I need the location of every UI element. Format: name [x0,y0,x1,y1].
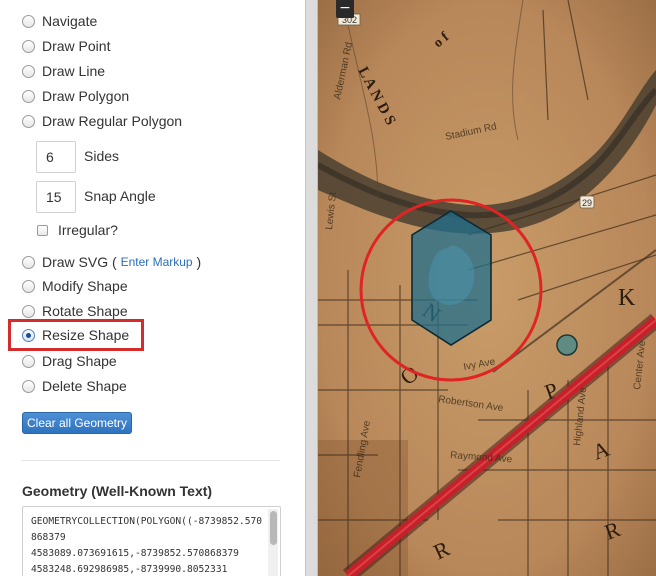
radio-button[interactable] [22,379,35,393]
zoom-out-button[interactable]: − [336,0,354,18]
mode-label: Resize Shape [42,327,130,343]
route-number: 29 [582,198,592,208]
mode-label: Delete Shape [42,378,127,394]
mode-navigate[interactable]: Navigate [22,11,97,31]
mode-draw-point[interactable]: Draw Point [22,36,110,56]
mode-resize-shape[interactable]: Resize Shape [22,325,129,345]
mode-label: Draw Point [42,38,111,54]
control-panel: Navigate Draw Point Draw Line Draw Polyg… [0,0,305,576]
wkt-text: GEOMETRYCOLLECTION(POLYGON((-8739852.570… [31,516,263,575]
clear-geometry-button[interactable]: Clear all Geometry [22,412,132,434]
irregular-checkbox[interactable] [37,224,48,236]
snap-angle-label: Snap Angle [84,188,156,204]
geometry-heading: Geometry (Well-Known Text) [22,483,213,499]
wkt-textarea[interactable]: GEOMETRYCOLLECTION(POLYGON((-8739852.570… [22,506,281,576]
mode-rotate-shape[interactable]: Rotate Shape [22,301,128,321]
irregular-label: Irregular? [58,222,118,238]
radio-button[interactable] [22,304,35,318]
snap-angle-input[interactable]: 15 [36,181,76,213]
mode-label: Drag Shape [42,353,117,369]
mode-draw-svg[interactable]: Draw SVG ( Enter Markup ) [22,252,201,272]
sides-input[interactable]: 6 [36,141,76,173]
mode-modify-shape[interactable]: Modify Shape [22,276,128,296]
radio-button[interactable] [22,64,35,78]
mode-draw-regular-polygon[interactable]: Draw Regular Polygon [22,111,182,131]
mode-drag-shape[interactable]: Drag Shape [22,351,117,371]
radio-button[interactable] [22,114,35,128]
radio-button[interactable] [22,255,35,269]
mode-label: Draw Line [42,63,106,79]
historic-map-layer: L A N D S o f N O R K P A R Alderman Rd … [318,0,656,576]
mode-label: Draw Regular Polygon [42,113,183,129]
divider [22,460,280,461]
irregular-option[interactable]: Irregular? [37,222,118,238]
panel-splitter[interactable] [305,0,318,576]
enter-markup-link[interactable]: Enter Markup [121,255,193,269]
radio-button[interactable] [22,279,35,293]
map-view[interactable]: L A N D S o f N O R K P A R Alderman Rd … [318,0,656,576]
mode-label: Draw SVG ( [42,254,117,270]
mode-label: Navigate [42,13,98,29]
radio-button[interactable] [22,14,35,28]
radio-button[interactable] [22,89,35,103]
mode-label: Rotate Shape [42,303,128,319]
map-letter-k: K [618,285,636,311]
mode-label: Modify Shape [42,278,128,294]
paren-close: ) [196,254,202,270]
scrollbar-thumb[interactable] [270,511,277,545]
radio-button-selected[interactable] [22,328,35,342]
radio-button[interactable] [22,354,35,368]
sides-label: Sides [84,148,120,164]
mode-delete-shape[interactable]: Delete Shape [22,376,127,396]
radio-button[interactable] [22,39,35,53]
mode-draw-line[interactable]: Draw Line [22,61,105,81]
resize-handle[interactable] [556,334,578,356]
mode-label: Draw Polygon [42,88,130,104]
mode-draw-polygon[interactable]: Draw Polygon [22,86,129,106]
